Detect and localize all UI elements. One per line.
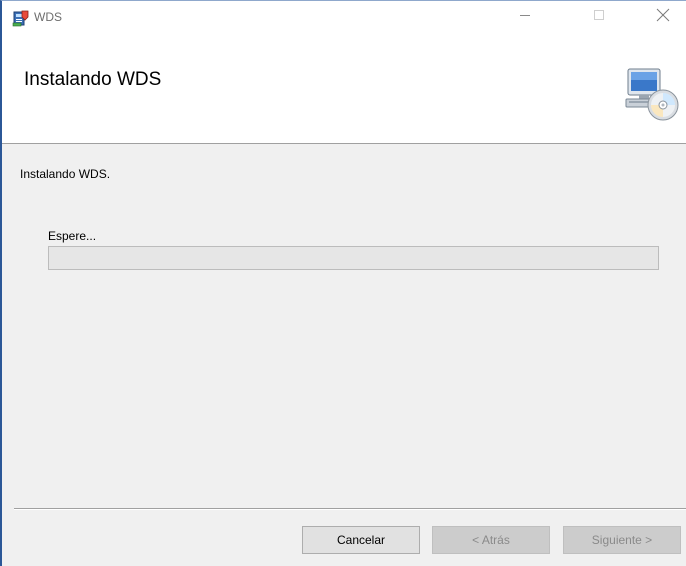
progress-bar [48, 246, 659, 270]
maximize-icon [593, 8, 605, 26]
installer-package-icon [12, 9, 30, 27]
close-button[interactable] [640, 1, 686, 33]
footer-divider [14, 508, 686, 510]
close-icon [656, 8, 670, 27]
header-banner: Instalando WDS [2, 33, 686, 144]
next-button[interactable]: Siguiente > [563, 526, 681, 554]
title-bar[interactable]: WDS [2, 1, 686, 33]
minimize-button[interactable] [502, 1, 548, 33]
cancel-button[interactable]: Cancelar [302, 526, 420, 554]
minimize-icon [519, 8, 531, 26]
status-message: Instalando WDS. [20, 167, 111, 181]
back-button[interactable]: < Atrás [432, 526, 550, 554]
computer-cd-icon [622, 63, 682, 123]
maximize-button[interactable] [576, 1, 622, 33]
wait-label: Espere... [48, 229, 97, 243]
window-title: WDS [34, 10, 62, 24]
page-title: Instalando WDS [24, 69, 162, 90]
installer-window: WDS Instalando WDS Instalando WDS. Esper… [0, 0, 686, 566]
